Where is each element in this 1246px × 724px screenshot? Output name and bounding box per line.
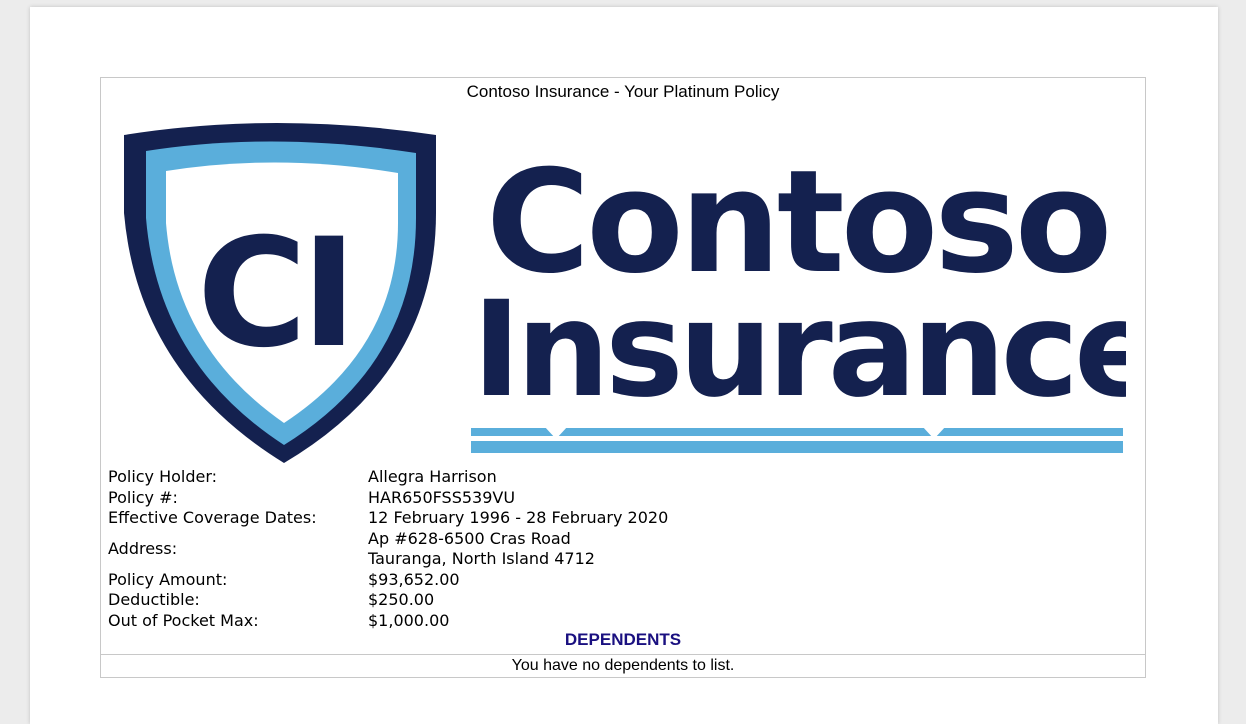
policy-details: Policy Holder: Allegra Harrison Policy #…: [108, 467, 668, 631]
out-of-pocket-row: Out of Pocket Max: $1,000.00: [108, 611, 668, 632]
policy-amount-value: $93,652.00: [368, 569, 460, 589]
address-label: Address:: [108, 538, 178, 558]
dependents-empty-message: You have no dependents to list.: [511, 657, 735, 674]
policy-holder-label: Policy Holder:: [108, 467, 218, 486]
policy-holder-value: Allegra Harrison: [368, 467, 497, 486]
address-row: Address: Ap #628-6500 Cras Road Tauranga…: [108, 529, 668, 570]
policy-number-value: HAR650FSS539VU: [368, 487, 516, 507]
out-of-pocket-value: $1,000.00: [368, 610, 450, 630]
logo-monogram: CI: [197, 207, 351, 381]
contoso-insurance-logo: CI Contoso Insurance: [124, 123, 1126, 463]
policy-number-label: Policy #:: [108, 487, 178, 507]
coverage-dates-label: Effective Coverage Dates:: [108, 508, 317, 527]
policy-amount-label: Policy Amount:: [108, 569, 228, 589]
address-line-2: Tauranga, North Island 4712: [368, 549, 595, 568]
document-title: Contoso Insurance - Your Platinum Policy: [466, 82, 780, 101]
document-page: Contoso Insurance - Your Platinum Policy…: [30, 7, 1218, 724]
policy-number-row: Policy #: HAR650FSS539VU: [108, 488, 668, 509]
address-line-1: Ap #628-6500 Cras Road: [368, 528, 571, 548]
policy-holder-row: Policy Holder: Allegra Harrison: [108, 467, 668, 488]
dependents-heading: DEPENDENTS: [564, 630, 682, 649]
coverage-dates-row: Effective Coverage Dates: 12 February 19…: [108, 508, 668, 529]
policy-amount-row: Policy Amount: $93,652.00: [108, 570, 668, 591]
logo-stripe-bottom: [471, 441, 1123, 453]
logo-brand-line2: Insurance: [472, 273, 1126, 427]
deductible-row: Deductible: $250.00: [108, 590, 668, 611]
coverage-dates-value: 12 February 1996 - 28 February 2020: [368, 508, 669, 527]
deductible-label: Deductible:: [108, 590, 200, 609]
deductible-value: $250.00: [368, 590, 435, 609]
logo-stripe-top: [471, 428, 1123, 436]
address-value: Ap #628-6500 Cras Road Tauranga, North I…: [368, 529, 595, 570]
policy-document: Contoso Insurance - Your Platinum Policy…: [100, 77, 1146, 678]
dependents-table: You have no dependents to list.: [101, 654, 1145, 678]
out-of-pocket-label: Out of Pocket Max:: [108, 610, 259, 630]
